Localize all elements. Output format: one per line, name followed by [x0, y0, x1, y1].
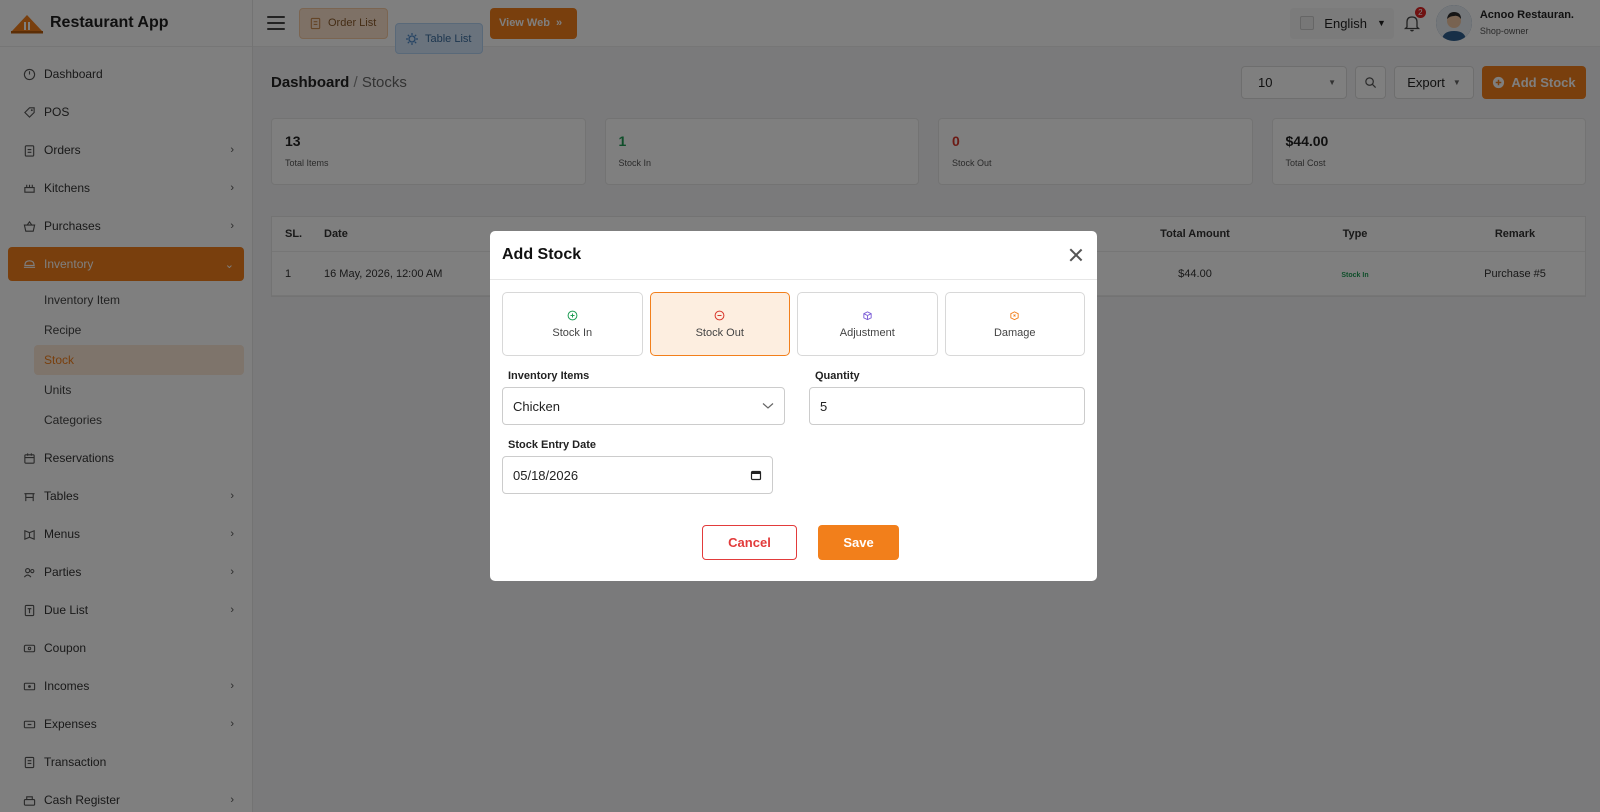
type-label: Stock In: [552, 326, 593, 339]
stock-entry-date-input[interactable]: 05/18/2026: [502, 456, 773, 494]
plus-circle-icon: [567, 310, 578, 320]
close-icon[interactable]: [1067, 246, 1085, 264]
type-adjustment-option[interactable]: Adjustment: [797, 292, 938, 356]
add-stock-modal: Add Stock Stock In Stock Out Adjustment …: [490, 231, 1097, 581]
type-label: Stock Out: [695, 326, 744, 339]
quantity-value: 5: [820, 398, 828, 414]
type-damage-option[interactable]: Damage: [944, 292, 1085, 356]
inventory-items-select[interactable]: Chicken: [502, 387, 785, 425]
inventory-items-label: Inventory Items: [508, 370, 590, 382]
cancel-button[interactable]: Cancel: [702, 525, 797, 560]
box-icon: [863, 310, 872, 320]
stock-entry-date-label: Stock Entry Date: [508, 439, 597, 451]
broken-box-icon: [1010, 310, 1019, 320]
inventory-items-value: Chicken: [513, 398, 560, 414]
type-stock-out-option[interactable]: Stock Out: [649, 292, 790, 356]
type-stock-in-option[interactable]: Stock In: [502, 292, 643, 356]
calendar-icon[interactable]: [750, 469, 762, 481]
quantity-input[interactable]: 5: [809, 387, 1085, 425]
type-label: Adjustment: [839, 326, 895, 339]
save-button[interactable]: Save: [818, 525, 899, 560]
minus-circle-icon: [714, 310, 725, 320]
chevron-down-icon: [762, 403, 774, 409]
stock-entry-date-value: 05/18/2026: [513, 467, 579, 483]
modal-title: Add Stock: [502, 246, 582, 263]
quantity-label: Quantity: [815, 370, 860, 382]
type-label: Damage: [993, 326, 1036, 339]
